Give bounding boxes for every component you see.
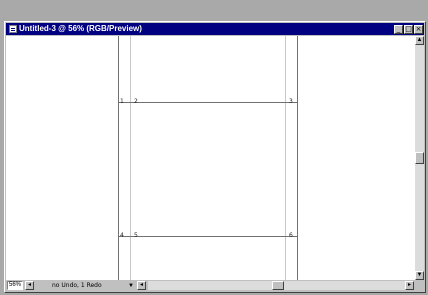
- status-bar: 56% ◂ no Undo, 1 Redo ▼ ◂ ▸: [6, 280, 424, 291]
- scroll-up-button[interactable]: ▲: [415, 36, 424, 45]
- document-window: Untitled-3 @ 56% (RGB/Preview) _ □ × 1 2…: [4, 21, 426, 293]
- zoom-level-field[interactable]: 56%: [7, 281, 23, 290]
- page-boundary: 1 2 3 4 5 6 7 8 9: [118, 36, 298, 280]
- status-dropdown-arrow-icon[interactable]: ▼: [127, 283, 135, 289]
- zoom-popup-button[interactable]: ◂: [25, 281, 34, 290]
- horizontal-scroll-thumb[interactable]: [272, 281, 284, 290]
- frame-number-1: 1: [120, 98, 124, 105]
- vertical-scroll-thumb[interactable]: [415, 152, 424, 164]
- scroll-right-button[interactable]: ▸: [405, 281, 414, 290]
- title-bar[interactable]: Untitled-3 @ 56% (RGB/Preview) _ □ ×: [6, 23, 424, 35]
- vertical-scrollbar[interactable]: ▲ ▼: [415, 36, 424, 280]
- column-guide-left: [130, 36, 131, 280]
- row-guide-2: [119, 236, 297, 237]
- frame-number-4: 4: [120, 232, 124, 239]
- document-icon: [9, 25, 17, 33]
- minimize-button[interactable]: _: [394, 24, 403, 34]
- frame-number-3: 3: [289, 98, 293, 105]
- horizontal-scrollbar[interactable]: ▸: [148, 281, 414, 290]
- scroll-down-button[interactable]: ▼: [415, 271, 424, 280]
- maximize-button[interactable]: □: [404, 24, 413, 34]
- column-guide-right: [285, 36, 286, 280]
- close-button[interactable]: ×: [414, 24, 423, 34]
- history-status-text: no Undo, 1 Redo: [52, 282, 102, 289]
- row-guide-1: [119, 102, 297, 103]
- status-nav-button[interactable]: ◂: [137, 281, 146, 290]
- frame-number-6: 6: [289, 232, 293, 239]
- frame-number-2: 2: [134, 98, 138, 105]
- window-title: Untitled-3 @ 56% (RGB/Preview): [19, 24, 142, 33]
- frame-number-5: 5: [134, 232, 138, 239]
- resize-grip-icon[interactable]: [415, 281, 424, 291]
- document-canvas[interactable]: 1 2 3 4 5 6 7 8 9: [6, 36, 416, 280]
